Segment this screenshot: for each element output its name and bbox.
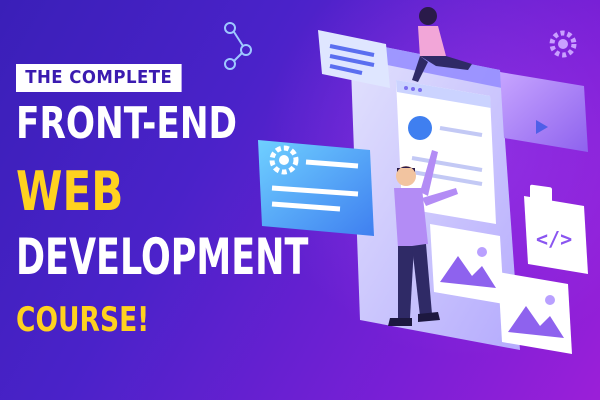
settings-card [258, 140, 374, 236]
gear-icon [549, 30, 577, 58]
code-icon: </> [536, 227, 572, 251]
share-icon [224, 22, 252, 70]
isometric-illustration: </> [224, 7, 588, 354]
video-card [500, 72, 588, 204]
code-card: </> [524, 196, 588, 274]
image-card-1 [430, 224, 504, 304]
course-banner: THE COMPLETE FRONT-END WEB DEVELOPMENT C… [0, 0, 600, 400]
doc-card [318, 30, 390, 88]
image-card-2 [498, 272, 572, 354]
